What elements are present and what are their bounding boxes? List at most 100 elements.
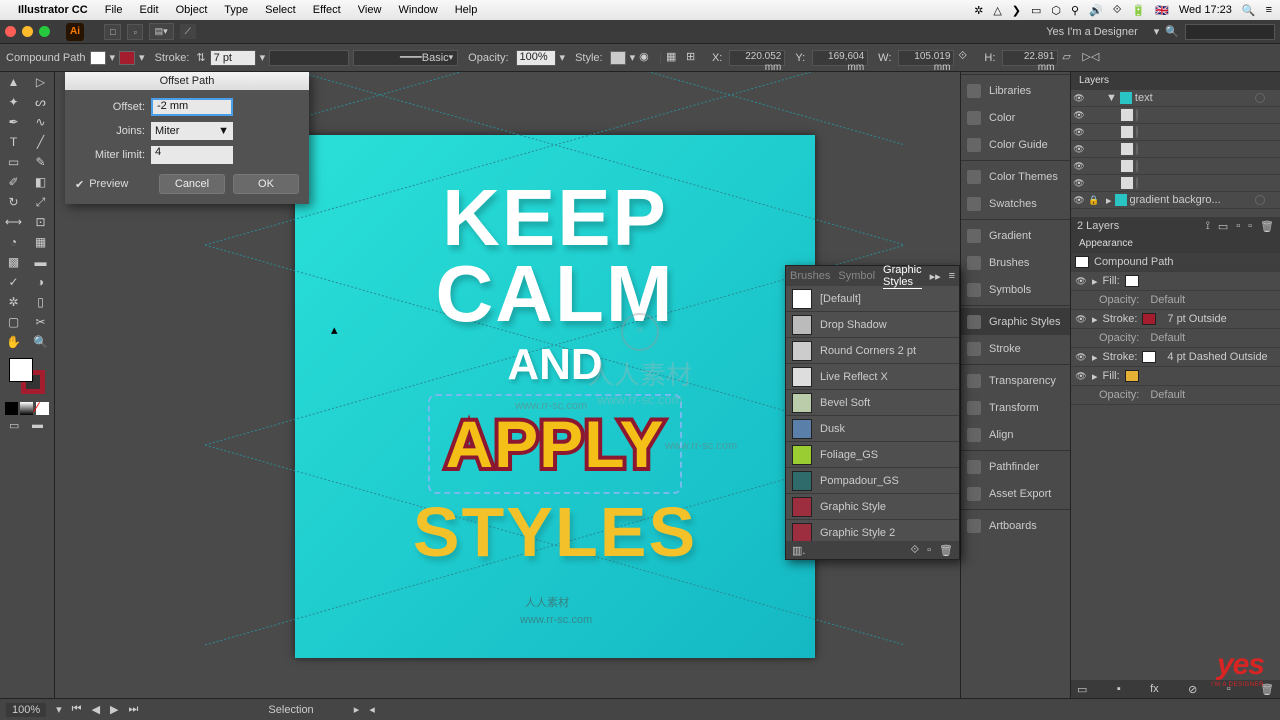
- visibility-toggle[interactable]: 👁: [1075, 371, 1087, 382]
- hand-tool[interactable]: ✋: [0, 332, 27, 352]
- gs-item[interactable]: Foliage_GS: [786, 442, 959, 468]
- h-input[interactable]: 22.891 mm: [1002, 50, 1058, 66]
- magic-wand-tool[interactable]: ✦: [0, 92, 27, 112]
- paintbrush-tool[interactable]: ✎: [27, 152, 54, 172]
- expand-icon[interactable]: ▸: [1092, 313, 1098, 326]
- screenmode-normal[interactable]: ▭: [9, 419, 22, 432]
- tab-brushes[interactable]: Brushes: [790, 270, 830, 282]
- gs-item[interactable]: Graphic Style: [786, 494, 959, 520]
- appearance-row[interactable]: 👁▸Stroke:4 pt Dashed Outside: [1071, 348, 1280, 367]
- miter-input[interactable]: 4: [151, 146, 233, 164]
- shape-builder-tool[interactable]: ◔: [0, 232, 27, 252]
- gs-breaklink-icon[interactable]: ⟐: [910, 544, 919, 557]
- gs-item[interactable]: Graphic Style 2: [786, 520, 959, 541]
- dock-item-align[interactable]: Align: [961, 421, 1070, 448]
- nav-arrow-left-icon[interactable]: ▸: [354, 703, 360, 716]
- help-search-input[interactable]: [1185, 24, 1275, 40]
- lasso-tool[interactable]: ᔕ: [27, 92, 54, 112]
- target-icon[interactable]: [1136, 109, 1138, 121]
- dock-item-libraries[interactable]: Libraries: [961, 77, 1070, 104]
- flag-icon[interactable]: 🇬🇧: [1155, 4, 1169, 17]
- appear-swatch[interactable]: [1125, 370, 1139, 382]
- text-calm[interactable]: CALM: [435, 256, 674, 332]
- nav-first-icon[interactable]: ⏮: [72, 703, 82, 716]
- add-effect-icon[interactable]: fx: [1150, 683, 1159, 696]
- hamburger-icon[interactable]: ≡: [1266, 4, 1272, 16]
- x-input[interactable]: 220.052 mm: [729, 50, 785, 66]
- nav-last-icon[interactable]: ⏭: [129, 703, 139, 716]
- menu-window[interactable]: Window: [399, 4, 438, 16]
- gradient-tool[interactable]: ▬: [27, 252, 54, 272]
- slice-tool[interactable]: ✂: [27, 312, 54, 332]
- offset-input[interactable]: -2 mm: [151, 98, 233, 116]
- stroke-dropdown-icon[interactable]: ▾: [139, 51, 145, 64]
- app-name[interactable]: Illustrator CC: [18, 4, 88, 16]
- line-tool[interactable]: ╱: [27, 132, 54, 152]
- direct-selection-tool[interactable]: ▷: [27, 72, 54, 92]
- display-icon[interactable]: ▭: [1031, 4, 1041, 17]
- rectangle-tool[interactable]: ▭: [0, 152, 27, 172]
- blend-tool[interactable]: ◑: [27, 272, 54, 292]
- text-and[interactable]: AND: [507, 340, 602, 390]
- minimize-icon[interactable]: [22, 26, 33, 37]
- scale-tool[interactable]: ⤢: [27, 192, 54, 212]
- pencil-tool[interactable]: ✐: [0, 172, 27, 192]
- add-stroke-icon[interactable]: ▭: [1077, 683, 1087, 696]
- visibility-toggle[interactable]: 👁: [1073, 195, 1085, 206]
- gs-delete-icon[interactable]: 🗑: [939, 544, 953, 557]
- appear-swatch[interactable]: [1142, 313, 1156, 325]
- dock-item-color-guide[interactable]: Color Guide: [961, 131, 1070, 158]
- mesh-tool[interactable]: ▩: [0, 252, 27, 272]
- menu-edit[interactable]: Edit: [140, 4, 159, 16]
- screenmode-full[interactable]: ▬: [32, 419, 45, 432]
- appearance-row[interactable]: 👁▸Stroke:7 pt Outside: [1071, 310, 1280, 329]
- visibility-toggle[interactable]: 👁: [1075, 352, 1087, 363]
- cloud-icon[interactable]: △: [993, 4, 1001, 17]
- menu-help[interactable]: Help: [455, 4, 478, 16]
- layer-row[interactable]: 👁: [1071, 124, 1280, 141]
- dock-item-asset-export[interactable]: Asset Export: [961, 480, 1070, 507]
- artboard[interactable]: KEEP CALM www.rr-sc.com AND www.rr-sc.co…: [295, 135, 815, 658]
- target-icon[interactable]: [1255, 93, 1265, 103]
- close-icon[interactable]: [5, 26, 16, 37]
- link-wh-icon[interactable]: ⟐: [958, 50, 974, 66]
- dock-item-color-themes[interactable]: Color Themes: [961, 163, 1070, 190]
- dropbox-icon[interactable]: ⬡: [1051, 4, 1061, 17]
- gs-item[interactable]: [Default]: [786, 286, 959, 312]
- fill-swatch[interactable]: [90, 51, 106, 65]
- rotate-tool[interactable]: ↻: [0, 192, 27, 212]
- make-clip-icon[interactable]: ▭: [1218, 220, 1228, 233]
- panel-collapse-icon[interactable]: ▸▸: [930, 270, 941, 283]
- target-icon[interactable]: [1136, 160, 1138, 172]
- text-styles[interactable]: STYLES: [413, 492, 697, 572]
- gs-item[interactable]: Bevel Soft: [786, 390, 959, 416]
- layer-row[interactable]: 👁: [1071, 141, 1280, 158]
- visibility-toggle[interactable]: 👁: [1073, 110, 1085, 121]
- menu-select[interactable]: Select: [265, 4, 296, 16]
- doc-web-btn[interactable]: ▫: [127, 24, 142, 40]
- free-transform-tool[interactable]: ⊡: [27, 212, 54, 232]
- appearance-tab[interactable]: Appearance: [1071, 235, 1280, 253]
- battery-icon[interactable]: 🔋: [1131, 4, 1145, 17]
- wifi-icon[interactable]: ⟐: [1113, 4, 1122, 17]
- target-icon[interactable]: [1255, 195, 1265, 205]
- align-icon[interactable]: ▦: [666, 50, 682, 66]
- ok-button[interactable]: OK: [233, 174, 299, 194]
- bridge-btn[interactable]: ⟋: [180, 24, 196, 39]
- shear-icon[interactable]: ▱: [1062, 50, 1078, 66]
- arrow-icon[interactable]: ❯: [1012, 4, 1021, 17]
- gs-new-icon[interactable]: ▫: [927, 544, 931, 557]
- locate-icon[interactable]: ⟟: [1206, 220, 1210, 233]
- clear-icon[interactable]: ⊘: [1188, 683, 1197, 696]
- layer-row[interactable]: 👁🔒▸gradient backgro...: [1071, 192, 1280, 209]
- visibility-toggle[interactable]: 👁: [1075, 276, 1087, 287]
- colormode-none[interactable]: ∕: [36, 402, 49, 415]
- nav-next-icon[interactable]: ▶: [110, 703, 118, 716]
- new-layer-icon[interactable]: ▫: [1248, 220, 1252, 233]
- expand-icon[interactable]: ▸: [1092, 351, 1098, 364]
- fill-color[interactable]: [9, 358, 33, 382]
- dock-item-swatches[interactable]: Swatches: [961, 190, 1070, 217]
- preview-checkbox[interactable]: ✔Preview: [75, 178, 128, 191]
- target-icon[interactable]: [1136, 126, 1138, 138]
- tab-symbol[interactable]: Symbol: [838, 270, 875, 282]
